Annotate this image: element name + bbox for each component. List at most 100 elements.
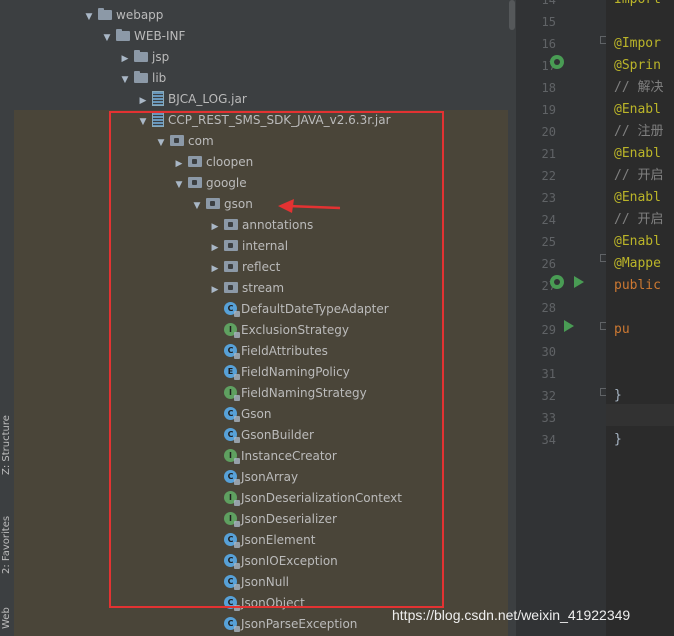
class-icon: C — [224, 302, 240, 317]
run-icon[interactable] — [574, 276, 584, 288]
expand-arrow-icon[interactable]: ▼ — [173, 175, 185, 196]
code-line: @Enabl — [614, 234, 661, 249]
tree-node[interactable]: C DefaultDateTypeAdapter — [209, 299, 389, 320]
tree-node[interactable]: ▶ cloopen — [173, 152, 254, 175]
tree-node-label: gson — [224, 197, 253, 211]
favorites-tab[interactable]: 2: Favorites — [0, 505, 14, 585]
tree-node-label: FieldNamingStrategy — [241, 386, 367, 400]
collapse-arrow-icon[interactable]: ▶ — [137, 91, 149, 112]
expand-arrow-icon[interactable]: ▼ — [191, 196, 203, 217]
code-line: } — [614, 388, 622, 403]
expand-arrow-icon[interactable]: ▼ — [137, 112, 149, 133]
line-number: 15 — [541, 15, 556, 29]
tree-node[interactable]: C JsonIOException — [209, 551, 338, 572]
project-tree-panel: ▼ webapp ▼ WEB-INF ▶ jsp ▼ lib ▶ BJCA_LOG.jar ▼ CCP… — [14, 0, 512, 636]
tree-node-label: JsonParseException — [241, 617, 358, 631]
expand-arrow-icon[interactable]: ▼ — [101, 28, 113, 49]
expand-arrow-icon[interactable]: ▼ — [155, 133, 167, 154]
line-number: 22 — [541, 169, 556, 183]
tree-node[interactable]: C JsonNull — [209, 572, 289, 593]
current-line-highlight — [606, 404, 674, 426]
tree-node[interactable]: I ExclusionStrategy — [209, 320, 349, 341]
tree-node-label: annotations — [242, 218, 314, 232]
line-number: 31 — [541, 367, 556, 381]
expand-arrow-icon[interactable]: ▼ — [83, 7, 95, 28]
tree-node-label: JsonDeserializationContext — [241, 491, 402, 505]
line-number: 16 — [541, 37, 556, 51]
line-number: 20 — [541, 125, 556, 139]
package-icon — [224, 261, 238, 272]
tree-node-label: jsp — [152, 50, 170, 64]
class-icon: C — [224, 344, 240, 359]
tree-node[interactable]: C GsonBuilder — [209, 425, 314, 446]
tree-node-label: JsonObject — [241, 596, 305, 610]
collapse-arrow-icon[interactable]: ▶ — [209, 238, 221, 259]
structure-tab[interactable]: Z: Structure — [0, 405, 14, 485]
code-line: } — [614, 432, 622, 447]
package-icon — [206, 198, 220, 209]
tree-node[interactable]: C JsonParseException — [209, 614, 357, 635]
tree-node[interactable]: E FieldNamingPolicy — [209, 362, 350, 383]
tree-node[interactable]: ▶ stream — [209, 278, 285, 301]
tree-node[interactable]: ▼ WEB-INF — [101, 26, 185, 47]
collapse-arrow-icon[interactable]: ▶ — [119, 49, 131, 70]
tree-node[interactable]: C JsonObject — [209, 593, 305, 614]
tree-node-label: stream — [242, 281, 285, 295]
interface-icon: I — [224, 449, 240, 464]
line-number: 23 — [541, 191, 556, 205]
bean-icon[interactable] — [550, 55, 564, 69]
tree-node[interactable]: ▼ webapp — [83, 5, 163, 26]
tree-node[interactable]: ▼ CCP_REST_SMS_SDK_JAVA_v2.6.3r.jar — [137, 110, 391, 131]
collapse-arrow-icon[interactable]: ▶ — [209, 280, 221, 301]
project-scrollbar[interactable] — [508, 0, 516, 636]
tree-node[interactable]: C FieldAttributes — [209, 341, 328, 362]
tree-node-label: JsonDeserializer — [241, 512, 337, 526]
class-icon: C — [224, 575, 240, 590]
tree-node[interactable]: C JsonArray — [209, 467, 298, 488]
interface-icon: I — [224, 512, 240, 527]
tree-node[interactable]: ▶ internal — [209, 236, 289, 259]
tree-node[interactable]: I JsonDeserializer — [209, 509, 337, 530]
tree-node[interactable]: ▶ annotations — [209, 215, 314, 238]
jar-icon — [152, 112, 164, 127]
web-tab[interactable]: Web — [0, 600, 14, 636]
expand-arrow-icon[interactable]: ▼ — [119, 70, 131, 91]
interface-icon: I — [224, 491, 240, 506]
line-number: 24 — [541, 213, 556, 227]
code-editor[interactable]: Import @Impor @Sprin // 解决 @Enabl // 注册 @Enabl… — [606, 0, 674, 636]
tree-node-label: JsonElement — [241, 533, 316, 547]
run-icon[interactable] — [564, 320, 574, 332]
tree-node[interactable]: C Gson — [209, 404, 272, 425]
tool-window-stripe: Z: Structure 2: Favorites Web — [0, 0, 15, 636]
line-number: 34 — [541, 433, 556, 447]
class-icon: C — [224, 407, 240, 422]
line-number: 14 — [541, 0, 556, 7]
tree-node[interactable]: C JsonElement — [209, 530, 315, 551]
tree-node[interactable]: ▼ lib — [119, 68, 166, 89]
exception-class-icon: C — [224, 554, 240, 569]
tree-node[interactable]: ▶ BJCA_LOG.jar — [137, 89, 247, 110]
tree-node[interactable]: I JsonDeserializationContext — [209, 488, 402, 509]
scrollbar-thumb[interactable] — [509, 0, 515, 30]
tree-node[interactable]: I InstanceCreator — [209, 446, 337, 467]
collapse-arrow-icon[interactable]: ▶ — [209, 259, 221, 280]
collapse-arrow-icon[interactable]: ▶ — [209, 217, 221, 238]
tree-node-label: internal — [242, 239, 289, 253]
line-number: 26 — [541, 257, 556, 271]
tree-node[interactable]: ▼ gson — [191, 194, 253, 215]
tree-node[interactable]: ▼ com — [155, 131, 214, 152]
code-line: @Enabl — [614, 102, 661, 117]
tree-node[interactable]: ▼ google — [173, 173, 247, 194]
tree-node[interactable]: I FieldNamingStrategy — [209, 383, 367, 404]
package-icon — [224, 219, 238, 230]
tree-node[interactable]: ▶ reflect — [209, 257, 281, 280]
tree-node[interactable]: ▶ jsp — [119, 47, 169, 68]
collapse-arrow-icon[interactable]: ▶ — [173, 154, 185, 175]
code-line: // 开启 — [614, 212, 664, 227]
line-number: 30 — [541, 345, 556, 359]
line-number: 29 — [541, 323, 556, 337]
bean-icon[interactable] — [550, 275, 564, 289]
package-icon — [188, 156, 202, 167]
line-number: 21 — [541, 147, 556, 161]
line-number: 28 — [541, 301, 556, 315]
